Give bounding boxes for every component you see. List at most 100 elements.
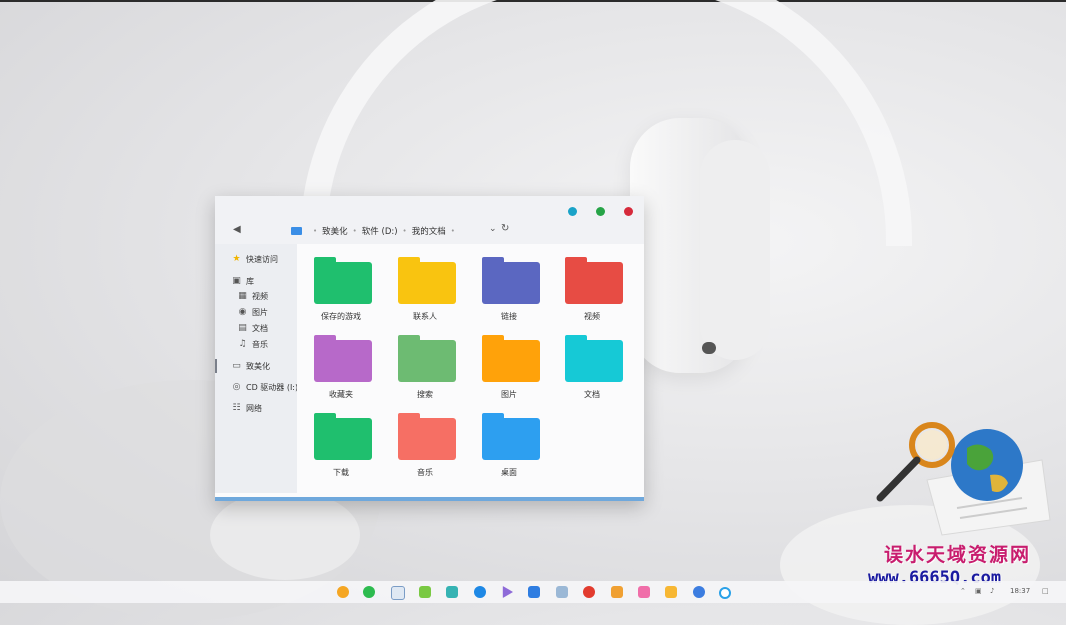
qq-icon[interactable] [693,586,705,598]
photoshop-icon[interactable] [391,586,405,600]
netease-music-icon[interactable] [583,586,595,598]
back-arrow-icon[interactable]: ◀ [233,224,241,235]
folder-grid: 保存的游戏 联系人 链接 视频 收藏夹 搜索 图片 文档 下载 音乐 桌面 [297,244,644,493]
chevron-down-icon[interactable]: ⌄ [489,224,497,234]
folder-item[interactable]: 音乐 [383,400,467,477]
app-launcher-icon[interactable] [337,586,349,598]
folder-item[interactable]: 视频 [550,244,634,321]
breadcrumb-separator: • [352,227,357,235]
navigation-pane: ★ 快速访问 ▣ 库 ▦ 视频 ◉ 图片 ▤ 文档 ♫ 音乐 ▭ 致美化 ◎ C… [215,244,299,493]
refresh-icon[interactable]: ↻ [501,223,509,234]
wallpaper-headphone-cushion [700,140,770,360]
music-icon: ♫ [238,339,247,349]
folder-icon-body [314,418,372,460]
clock[interactable]: 18:37 [1010,587,1030,595]
folder-icon-body [314,340,372,382]
folder-label: 文档 [584,390,600,399]
sidebar-item-label: 音乐 [252,339,268,349]
media-player-icon[interactable] [502,586,513,598]
breadcrumb-separator: • [313,227,318,235]
folder-label: 搜索 [417,390,433,399]
file-explorer-window: ◀ • 致美化 • 软件 (D:) • 我的文档 • ⌄ ↻ ★ 快速访问 ▣ … [215,196,644,501]
sidebar-item-label: 视频 [252,291,268,301]
folder-icon-body [314,262,372,304]
tray-chevron-icon[interactable]: ⌃ [960,587,966,595]
watermark-title: 误水天域资源网 [884,544,1032,566]
library-icon: ▣ [232,276,241,286]
screenshot-icon[interactable] [556,586,568,598]
folder-label: 链接 [501,312,517,321]
folder-item[interactable]: 搜索 [383,322,467,399]
folder-icon [291,227,302,235]
folder-item[interactable]: 收藏夹 [299,322,383,399]
folder-icon-body [565,340,623,382]
notepad-icon[interactable] [528,586,540,598]
sidebar-item-this-pc[interactable]: ▭ 致美化 [231,360,270,372]
folder-icon-body [482,340,540,382]
sidebar-item-pictures[interactable]: ◉ 图片 [237,306,268,318]
close-button[interactable] [624,207,633,216]
watermark-logo [876,422,1051,536]
folder-label: 桌面 [501,468,517,477]
gallery-icon[interactable] [611,586,623,598]
wechat-icon[interactable] [363,586,375,598]
selection-indicator [215,359,217,373]
sidebar-item-library[interactable]: ▣ 库 [231,275,254,287]
folder-item[interactable]: 链接 [467,244,551,321]
sidebar-item-label: CD 驱动器 (I:) [246,382,299,392]
folder-icon-body [482,262,540,304]
wallpaper-headphone-jack [702,342,716,354]
folder-item[interactable]: 保存的游戏 [299,244,383,321]
360-browser-icon[interactable] [719,587,731,599]
folder-item[interactable]: 桌面 [467,400,551,477]
folder-label: 图片 [501,390,517,399]
sidebar-item-label: 文档 [252,323,268,333]
breadcrumb-item[interactable]: 软件 (D:) [362,225,398,237]
folder-icon-body [398,340,456,382]
sidebar-item-videos[interactable]: ▦ 视频 [237,290,268,302]
wallpaper-shape [210,490,360,580]
editor-icon[interactable] [419,586,431,598]
document-icon: ▤ [238,323,247,333]
xiu-icon[interactable] [638,586,650,598]
breadcrumb-item[interactable]: 我的文档 [412,225,446,237]
taskbar: ⌃ ▣ ♪ 18:37 □ [0,581,1066,603]
cd-drive-icon: ◎ [232,382,241,392]
breadcrumb-separator: • [402,227,407,235]
sidebar-item-label: 图片 [252,307,268,317]
folder-icon-body [565,262,623,304]
notification-icon[interactable]: □ [1042,587,1049,595]
browser-icon[interactable] [474,586,486,598]
sidebar-item-network[interactable]: ☷ 网络 [231,402,262,414]
computer-icon: ▭ [232,361,241,371]
sidebar-item-label: 致美化 [246,361,270,371]
folder-item[interactable]: 联系人 [383,244,467,321]
image-icon: ◉ [238,307,247,317]
folder-icon-body [482,418,540,460]
folder-item[interactable]: 图片 [467,322,551,399]
folder-label: 下载 [333,468,349,477]
network-tray-icon[interactable]: ▣ [975,587,982,595]
titlebar: ◀ • 致美化 • 软件 (D:) • 我的文档 • ⌄ ↻ [215,196,644,244]
sidebar-item-label: 库 [246,276,254,286]
sidebar-item-quick-access[interactable]: ★ 快速访问 [231,253,278,265]
sidebar-item-label: 网络 [246,403,262,413]
maximize-button[interactable] [596,207,605,216]
image-viewer-icon[interactable] [446,586,458,598]
folder-label: 保存的游戏 [321,312,361,321]
breadcrumb: • 致美化 • 软件 (D:) • 我的文档 • [291,224,460,238]
volume-icon[interactable]: ♪ [990,587,994,595]
sidebar-item-music[interactable]: ♫ 音乐 [237,338,268,350]
network-icon: ☷ [232,403,241,413]
breadcrumb-item[interactable]: 致美化 [322,225,348,237]
folder-label: 收藏夹 [329,390,353,399]
breadcrumb-separator: • [450,227,455,235]
star-icon: ★ [232,254,241,264]
video-icon: ▦ [238,291,247,301]
folder-item[interactable]: 下载 [299,400,383,477]
sidebar-item-documents[interactable]: ▤ 文档 [237,322,268,334]
file-explorer-icon[interactable] [665,586,677,598]
folder-item[interactable]: 文档 [550,322,634,399]
sidebar-item-cd-drive[interactable]: ◎ CD 驱动器 (I:) [231,381,299,393]
minimize-button[interactable] [568,207,577,216]
